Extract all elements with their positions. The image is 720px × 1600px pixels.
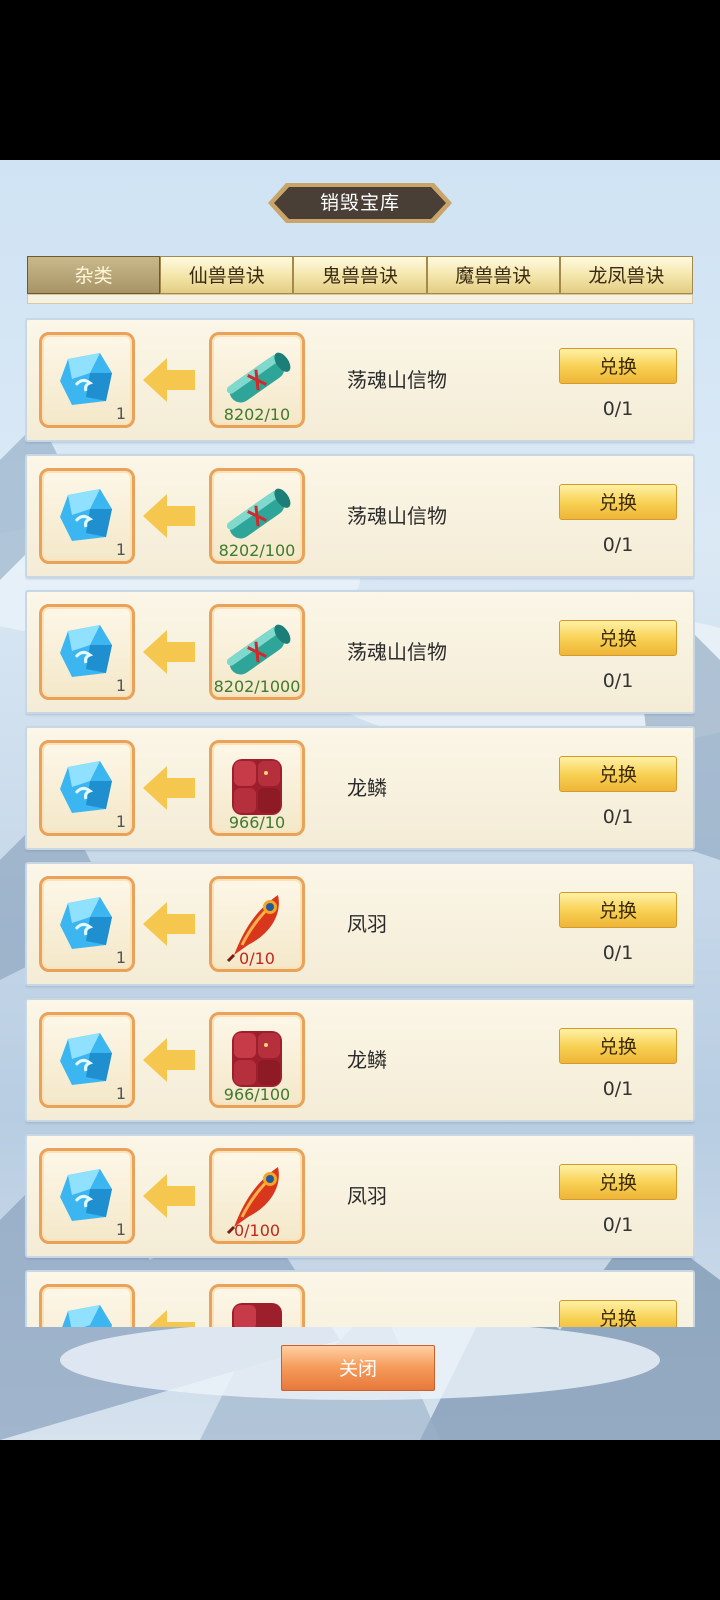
reward-count: 1 [115,948,126,967]
required-item-slot[interactable]: 0/10 [209,876,305,972]
exchange-limit: 0/1 [602,670,634,692]
tab-underline [27,294,693,304]
arrow-left-icon [143,630,195,674]
required-item-slot[interactable]: 8202/1000 [209,604,305,700]
progress-count: 0/10 [239,949,275,968]
progress-count: 0/100 [233,1221,281,1240]
list-item: 兑换 [25,1270,695,1327]
required-item-slot[interactable] [209,1284,305,1327]
list-item: 1 0/100 凤羽 兑换 0/1 [25,1134,695,1258]
page-title: 销毁宝库 [319,192,400,214]
tab-misc[interactable]: 杂类 [27,256,161,294]
item-name: 荡魂山信物 [347,504,447,528]
reward-count: 1 [115,1220,126,1239]
list-item: 1 8202/10 荡魂山信物 兑换 0/1 [25,318,695,442]
reward-slot[interactable]: 1 [39,468,135,564]
required-item-slot[interactable]: 8202/10 [209,332,305,428]
arrow-left-icon [143,1174,195,1218]
required-item-slot[interactable]: 966/10 [209,740,305,836]
progress-count: 8202/10 [223,405,291,424]
exchange-button[interactable]: 兑换 [559,1028,677,1064]
exchange-button[interactable]: 兑换 [559,756,677,792]
item-name: 龙鳞 [347,1048,387,1072]
exchange-button[interactable]: 兑换 [559,892,677,928]
tab-immortal-beast[interactable]: 仙兽兽诀 [160,256,294,294]
exchange-limit: 0/1 [602,398,634,420]
dragon-scale-icon [232,1303,282,1327]
exchange-list[interactable]: 1 8202/10 荡魂山信物 兑换 0/1 1 8202/100 荡魂山信物 … [25,318,695,1327]
progress-count: 966/10 [228,813,286,832]
reward-slot[interactable]: 1 [39,604,135,700]
required-item-slot[interactable]: 8202/100 [209,468,305,564]
reward-slot[interactable]: 1 [39,1148,135,1244]
progress-count: 8202/100 [218,541,296,560]
exchange-button[interactable]: 兑换 [559,620,677,656]
item-name: 荡魂山信物 [347,640,447,664]
progress-count: 966/100 [223,1085,291,1104]
reward-slot[interactable]: 1 [39,332,135,428]
reward-count: 1 [115,676,126,695]
reward-slot[interactable]: 1 [39,740,135,836]
list-item: 1 8202/100 荡魂山信物 兑换 0/1 [25,454,695,578]
blue-crystal-icon [62,1305,112,1327]
close-button[interactable]: 关闭 [281,1345,435,1391]
exchange-limit: 0/1 [602,1214,634,1236]
reward-count: 1 [115,1084,126,1103]
exchange-button[interactable]: 兑换 [559,1164,677,1200]
tab-demon-beast[interactable]: 魔兽兽诀 [426,256,560,294]
item-name: 荡魂山信物 [347,368,447,392]
required-item-slot[interactable]: 966/100 [209,1012,305,1108]
arrow-left-icon [148,1310,195,1327]
tab-dragon-phoenix[interactable]: 龙凤兽诀 [559,256,694,294]
reward-count: 1 [115,812,126,831]
list-item: 1 0/10 凤羽 兑换 0/1 [25,862,695,986]
exchange-button[interactable]: 兑换 [559,1300,677,1327]
required-item-slot[interactable]: 0/100 [209,1148,305,1244]
arrow-left-icon [143,766,195,810]
reward-slot[interactable]: 1 [39,876,135,972]
exchange-limit: 0/1 [602,806,634,828]
tab-bar: 杂类 仙兽兽诀 鬼兽兽诀 魔兽兽诀 龙凤兽诀 [27,256,694,294]
reward-count: 1 [115,404,126,423]
exchange-limit: 0/1 [602,1078,634,1100]
exchange-limit: 0/1 [602,534,634,556]
arrow-left-icon [143,902,195,946]
list-item: 1 966/10 龙鳞 兑换 0/1 [25,726,695,850]
exchange-button[interactable]: 兑换 [559,484,677,520]
progress-count: 8202/1000 [213,677,301,696]
item-name: 龙鳞 [347,776,387,800]
arrow-left-icon [143,1038,195,1082]
arrow-left-icon [143,358,195,402]
exchange-limit: 0/1 [602,942,634,964]
tab-ghost-beast[interactable]: 鬼兽兽诀 [293,256,427,294]
item-name: 凤羽 [347,912,387,936]
reward-count: 1 [115,540,126,559]
list-item: 1 8202/1000 荡魂山信物 兑换 0/1 [25,590,695,714]
arrow-left-icon [143,494,195,538]
exchange-button[interactable]: 兑换 [559,348,677,384]
list-item: 1 966/100 龙鳞 兑换 0/1 [25,998,695,1122]
reward-slot[interactable] [39,1284,135,1327]
navigation-bar-area [0,1440,720,1600]
reward-slot[interactable]: 1 [39,1012,135,1108]
item-name: 凤羽 [347,1184,387,1208]
status-bar-area [0,0,720,160]
